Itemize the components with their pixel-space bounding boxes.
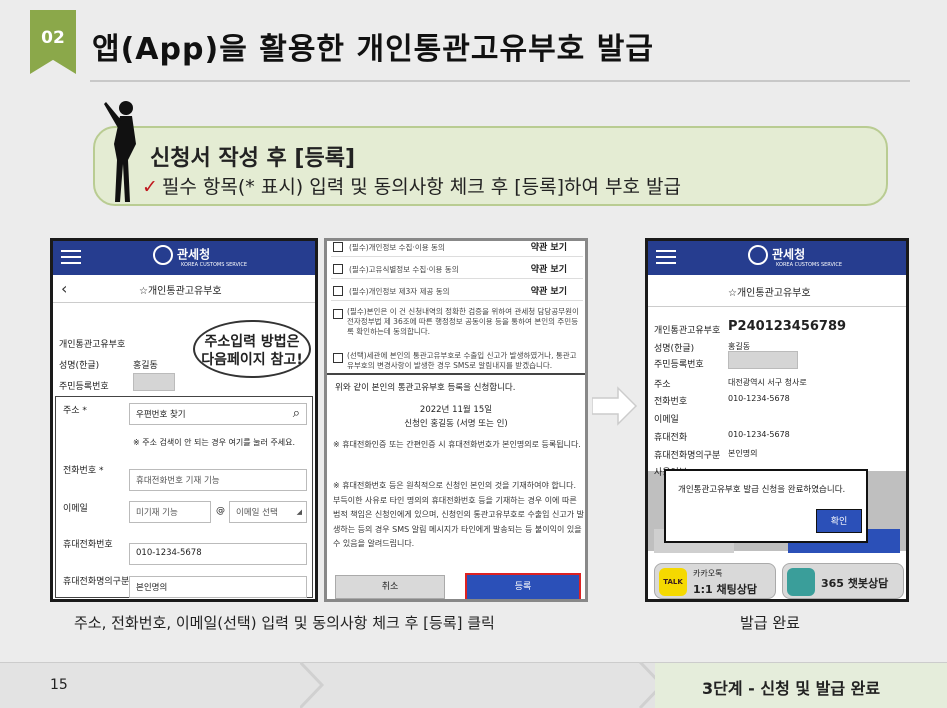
email-domain-select[interactable]: 이메일 선택 ◢ <box>229 501 307 523</box>
addr-value: 대전광역시 서구 청사로 <box>728 378 807 387</box>
hamburger-menu-icon[interactable] <box>656 250 676 264</box>
mobile-note-2: ※ 휴대전화번호 등은 원칙적으로 신청인 본인의 것을 기재하여야 합니다. … <box>333 481 585 548</box>
section-badge: 02 <box>30 10 76 74</box>
signer: 신청인 홍길동 (서명 또는 인) <box>404 419 508 429</box>
customs-logo: 관세청 KOREA CUSTOMS SERVICE <box>153 245 247 268</box>
email-label: 이메일 <box>654 415 679 425</box>
customs-emblem-icon <box>748 245 768 265</box>
rrn-field <box>133 373 175 391</box>
address-note[interactable]: ※ 주소 검색이 안 되는 경우 여기를 눌러 주세요. <box>133 437 295 448</box>
chatbot-button[interactable]: 365 챗봇상담 <box>782 563 904 599</box>
address-label: 주소 * <box>63 406 87 416</box>
agreement-item: (필수)개인정보 수집·이용 동의 약관 보기 <box>331 241 583 257</box>
email-label: 이메일 <box>63 504 88 514</box>
terms-view-link[interactable]: 약관 보기 <box>531 262 567 275</box>
section-divider <box>327 373 585 375</box>
page-title: 앱(App)을 활용한 개인통관고유부호 발급 <box>92 32 654 67</box>
confirm-text: 위와 같이 본인의 통관고유부호 등록을 신청합니다. <box>335 383 516 393</box>
nav-bar: ☆개인통관고유부호 <box>648 275 906 307</box>
footer-chevrons <box>300 662 665 708</box>
phone-screen-form: 관세청 KOREA CUSTOMS SERVICE ‹ ☆개인통관고유부호 개인통… <box>50 238 318 602</box>
complete-dialog: 개인통관고유부호 발급 신청을 완료하였습니다. 확인 <box>664 469 868 543</box>
agreement-checkbox[interactable] <box>333 264 343 274</box>
owner-type-label: 휴대전화명의구분 <box>63 577 130 587</box>
nav-title: ☆개인통관고유부호 <box>139 286 222 297</box>
code-label: 개인통관고유부호 <box>59 340 126 350</box>
agreement-item: (필수)개인정보 제3자 제공 동의 약관 보기 <box>331 281 583 301</box>
kakao-label-top: 카카오톡 <box>693 569 723 578</box>
rrn-label: 주민등록번호 <box>654 360 704 370</box>
checkmark-icon: ✓ <box>142 176 158 198</box>
banner-sub-label: 필수 항목(* 표시) 입력 및 동의사항 체크 후 [등록]하여 부호 발급 <box>161 176 681 198</box>
step-label: 3단계 - 신청 및 발급 완료 <box>702 679 881 698</box>
name-label: 성명(한글) <box>59 361 100 371</box>
section-number: 02 <box>41 28 65 48</box>
caption-left: 주소, 전화번호, 이메일(선택) 입력 및 동의사항 체크 후 [등록] 클릭 <box>74 614 495 632</box>
agreement-label: (필수)개인정보 제3자 제공 동의 <box>349 287 450 296</box>
woman-presenter-icon <box>104 101 136 202</box>
mobile-note-1: ※ 휴대전화인증 또는 간편인증 시 휴대전화번호가 본인명의로 등록됩니다. <box>333 440 581 449</box>
terms-view-link[interactable]: 약관 보기 <box>531 241 567 253</box>
agreement-checkbox[interactable] <box>333 286 343 296</box>
tel-value: 010-1234-5678 <box>728 394 790 403</box>
customs-logo: 관세청 KOREA CUSTOMS SERVICE <box>748 245 842 268</box>
phone-screen-agreement: (필수)개인정보 수집·이용 동의 약관 보기 (필수)고유식별정보 수집·이용 동… <box>324 238 588 602</box>
dropdown-icon: ◢ <box>296 508 302 516</box>
rrn-field <box>728 351 798 369</box>
tel-label: 전화번호 <box>654 397 688 407</box>
apply-date: 2022년 11월 15일 <box>419 405 493 415</box>
caption-right: 발급 완료 <box>740 614 800 632</box>
input-group <box>55 396 313 598</box>
chatbot-icon <box>787 568 815 596</box>
code-value: P240123456789 <box>728 319 847 334</box>
nav-title: ☆개인통관고유부호 <box>728 288 811 299</box>
name-label: 성명(한글) <box>654 344 695 354</box>
email-input[interactable]: 미기재 기능 <box>129 501 211 523</box>
kakao-chat-button[interactable]: TALK 카카오톡 1:1 채팅상담 <box>654 563 776 599</box>
mobile-value: 010-1234-5678 <box>728 430 790 439</box>
app-header: 관세청 KOREA CUSTOMS SERVICE <box>53 241 315 275</box>
app-header: 관세청 KOREA CUSTOMS SERVICE <box>648 241 906 275</box>
owner-type-label: 휴대전화명의구분 <box>654 451 721 461</box>
banner-heading: 신청서 작성 후 [등록] <box>150 146 356 171</box>
title-divider <box>90 80 910 82</box>
agreement-label: (필수)개인정보 수집·이용 동의 <box>349 243 445 252</box>
name-value: 홍길동 <box>133 361 158 371</box>
submit-button[interactable]: 등록 <box>465 573 581 599</box>
search-icon[interactable]: ⌕ <box>293 406 300 421</box>
phone-screen-complete: 관세청 KOREA CUSTOMS SERVICE ☆개인통관고유부호 개인통관고… <box>645 238 909 602</box>
kakao-label: 1:1 채팅상담 <box>693 583 758 596</box>
agreement-checkbox[interactable] <box>333 242 343 252</box>
agreement-checkbox[interactable] <box>333 309 343 319</box>
agreement-label: (필수)고유식별정보 수집·이용 동의 <box>349 265 459 274</box>
owner-type-select[interactable]: 본인명의 <box>129 576 307 598</box>
mobile-input[interactable]: 010-1234-5678 <box>129 543 307 565</box>
nav-bar: ‹ ☆개인통관고유부호 <box>53 275 315 303</box>
mobile-label: 휴대전화번호 <box>63 540 113 550</box>
cancel-button[interactable]: 취소 <box>335 575 445 599</box>
addr-label: 주소 <box>654 380 671 390</box>
address-help-callout: 주소입력 방법은 다음페이지 참고! <box>193 320 311 378</box>
code-label: 개인통관고유부호 <box>654 326 721 336</box>
banner-subtext: ✓ 필수 항목(* 표시) 입력 및 동의사항 체크 후 [등록]하여 부호 발급 <box>142 172 681 199</box>
chatbot-label: 365 챗봇상담 <box>821 577 889 590</box>
dialog-message: 개인통관고유부호 발급 신청을 완료하였습니다. <box>678 485 846 495</box>
page-number: 15 <box>50 677 68 693</box>
terms-view-link[interactable]: 약관 보기 <box>531 284 567 297</box>
zipcode-search-input[interactable]: 우편번호 찾기 ⌕ <box>129 403 307 425</box>
owner-type-value: 본인명의 <box>728 449 758 458</box>
next-step-arrow-icon <box>592 386 638 426</box>
phone-input[interactable]: 휴대전화번호 기재 기능 <box>129 469 307 491</box>
mobile-label: 휴대전화 <box>654 433 688 443</box>
customs-emblem-icon <box>153 245 173 265</box>
phone-label: 전화번호 * <box>63 466 104 476</box>
agreement-checkbox-optional[interactable] <box>333 353 343 363</box>
rrn-label: 주민등록번호 <box>59 382 109 392</box>
ok-button[interactable]: 확인 <box>816 509 862 533</box>
at-sign: @ <box>216 506 225 516</box>
back-arrow-icon[interactable]: ‹ <box>61 279 67 298</box>
kakaotalk-icon: TALK <box>659 568 687 596</box>
agreement-item: (필수)고유식별정보 수집·이용 동의 약관 보기 <box>331 259 583 279</box>
hamburger-menu-icon[interactable] <box>61 250 81 264</box>
